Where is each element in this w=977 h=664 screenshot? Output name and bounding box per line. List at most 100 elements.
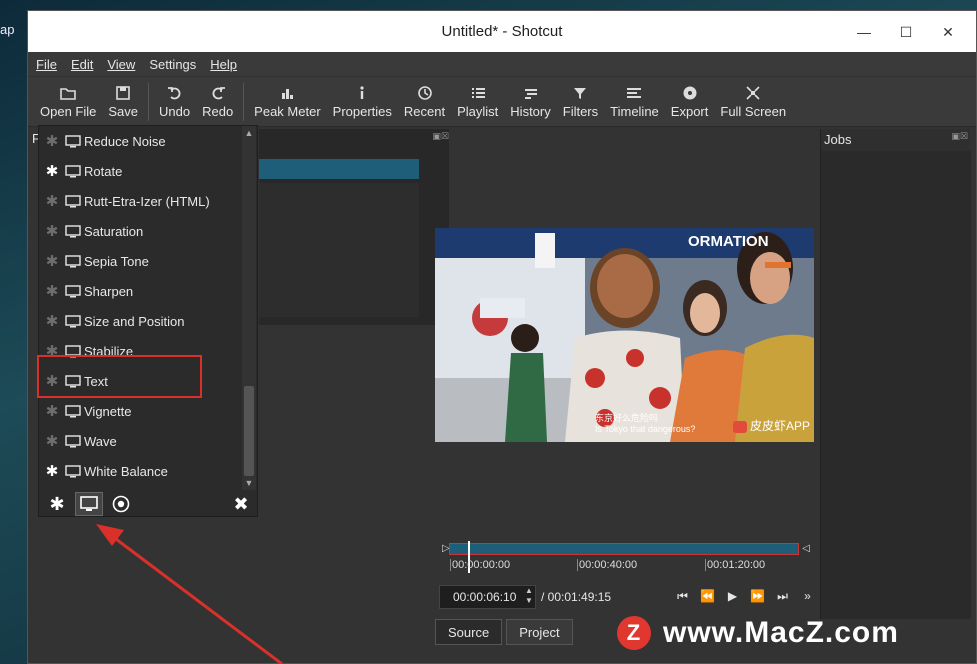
recent-button[interactable]: Recent [398, 77, 451, 119]
filter-item[interactable]: ✱ White Balance [39, 456, 242, 486]
filter-item-label: Rutt-Etra-Izer (HTML) [84, 193, 210, 209]
scrub-bar[interactable]: ▷ ◁ 00:00:00:00 00:00:40:00 00:01:20:00 [442, 541, 810, 575]
video-filter-icon [65, 254, 81, 267]
history-button[interactable]: History [504, 77, 556, 119]
undo-button[interactable]: Undo [153, 77, 196, 119]
playlist-button[interactable]: Playlist [451, 77, 504, 119]
position-timecode-input[interactable]: 00:00:06:10 [439, 585, 536, 609]
redo-button[interactable]: Redo [196, 77, 239, 119]
playlist-panel: ▣☒ [259, 129, 449, 325]
timecode-ruler: 00:00:00:00 00:00:40:00 00:01:20:00 [446, 557, 804, 575]
jobs-panel: Jobs ▣☒ [820, 129, 971, 619]
app-logo-icon [732, 420, 747, 433]
favorite-star-icon[interactable]: ✱ [39, 162, 65, 180]
filter-item-label: Sharpen [84, 283, 134, 299]
timecode-spinner-icon[interactable]: ▲ ▼ [525, 586, 533, 606]
filter-item-label: Size and Position [84, 313, 185, 329]
toolbar: Open File Save Undo Redo Peak Meter Prop… [28, 77, 976, 127]
video-frame [435, 228, 814, 442]
undo-icon [166, 82, 184, 104]
duration-label: / 00:01:49:15 [541, 590, 612, 604]
viewer-tabs: Source Project [435, 619, 577, 645]
properties-icon [353, 82, 371, 104]
video-monitor-icon[interactable] [75, 492, 103, 516]
scroll-up-icon[interactable]: ▲ [242, 126, 256, 140]
timeline-button[interactable]: Timeline [604, 77, 665, 119]
menu-help[interactable]: Help [210, 57, 237, 72]
filter-item[interactable]: ✱ Reduce Noise [39, 126, 242, 156]
maximize-button[interactable]: ☐ [886, 19, 926, 45]
peak-meter-button[interactable]: Peak Meter [248, 77, 326, 119]
close-icon[interactable]: ✖ [227, 492, 255, 516]
more-transport-button[interactable]: » [799, 589, 816, 604]
skip-to-start-button[interactable]: ⏮ [674, 589, 691, 604]
save-button[interactable]: Save [102, 77, 144, 119]
history-icon [522, 82, 540, 104]
playlist-selected-row[interactable] [259, 159, 419, 179]
undo-label: Undo [159, 104, 191, 119]
favorites-star-icon[interactable]: ✱ [43, 492, 71, 516]
tab-project[interactable]: Project [506, 619, 573, 645]
filter-item[interactable]: ✱ Vignette [39, 396, 242, 426]
filter-item[interactable]: ✱ Rotate [39, 156, 242, 186]
filter-item[interactable]: ✱ Sharpen [39, 276, 242, 306]
video-filter-icon [65, 314, 81, 327]
video-filter-icon [65, 164, 81, 177]
filter-item[interactable]: ✱ Saturation [39, 216, 242, 246]
timeline-icon [625, 82, 643, 104]
window-title: Untitled* - Shotcut [441, 23, 563, 40]
skip-to-end-button[interactable]: ⏭ [774, 589, 791, 604]
watermark: Z www.MacZ.com [617, 616, 899, 650]
favorite-star-icon[interactable]: ✱ [39, 282, 65, 300]
dock-float-close-icon[interactable]: ▣☒ [951, 131, 968, 142]
favorite-star-icon[interactable]: ✱ [39, 252, 65, 270]
export-label: Export [670, 104, 709, 119]
play-button[interactable]: ▶ [724, 589, 741, 604]
open-file-button[interactable]: Open File [34, 77, 102, 119]
dock-float-close-icon[interactable]: ▣☒ [432, 131, 449, 142]
favorite-star-icon[interactable]: ✱ [39, 402, 65, 420]
favorite-star-icon[interactable]: ✱ [39, 312, 65, 330]
video-viewer[interactable]: ORMATION 东京好么危险吗 Is Tokyo that dangerous… [435, 228, 814, 442]
desktop-label: ap [0, 22, 15, 37]
playlist-icon [469, 82, 487, 104]
app-tag-text: 皮皮虾APP [749, 419, 810, 433]
timeline-label: Timeline [610, 104, 659, 119]
scrollbar-thumb[interactable] [244, 386, 254, 476]
app-watermark: 皮皮虾APP [732, 417, 810, 434]
properties-button[interactable]: Properties [327, 77, 398, 119]
filter-item-label: Sepia Tone [84, 253, 149, 269]
filters-button[interactable]: Filters [557, 77, 604, 119]
fast-forward-button[interactable]: ⏩ [749, 589, 766, 604]
menu-view[interactable]: View [107, 57, 135, 72]
filter-item[interactable]: ✱ Rutt-Etra-Izer (HTML) [39, 186, 242, 216]
toolbar-separator [148, 83, 150, 121]
rewind-button[interactable]: ⏪ [699, 589, 716, 604]
peak-meter-icon [278, 82, 296, 104]
subtitle-line-cn: 东京好么危险吗 [595, 413, 659, 423]
filter-item[interactable]: ✱ Size and Position [39, 306, 242, 336]
favorite-star-icon[interactable]: ✱ [39, 432, 65, 450]
filter-item[interactable]: ✱ Sepia Tone [39, 246, 242, 276]
export-button[interactable]: Export [665, 77, 715, 119]
filter-list-scrollbar[interactable]: ▲ ▼ [242, 126, 256, 490]
menu-file[interactable]: File [36, 57, 57, 72]
minimize-button[interactable]: — [844, 19, 884, 45]
scroll-down-icon[interactable]: ▼ [242, 476, 256, 490]
filter-item[interactable]: ✱ Wave [39, 426, 242, 456]
export-icon [681, 82, 699, 104]
menu-edit[interactable]: Edit [71, 57, 93, 72]
menu-bar: File Edit View Settings Help [28, 52, 976, 76]
audio-record-icon[interactable] [107, 492, 135, 516]
recent-icon [416, 82, 434, 104]
favorite-star-icon[interactable]: ✱ [39, 192, 65, 210]
out-point-icon[interactable]: ◁ [802, 543, 810, 554]
favorite-star-icon[interactable]: ✱ [39, 222, 65, 240]
favorite-star-icon[interactable]: ✱ [39, 132, 65, 150]
full-screen-button[interactable]: Full Screen [714, 77, 792, 119]
tab-source[interactable]: Source [435, 619, 503, 645]
open-file-icon [59, 82, 77, 104]
menu-settings[interactable]: Settings [149, 57, 196, 72]
favorite-star-icon[interactable]: ✱ [39, 462, 65, 480]
close-button[interactable]: ✕ [928, 19, 968, 45]
